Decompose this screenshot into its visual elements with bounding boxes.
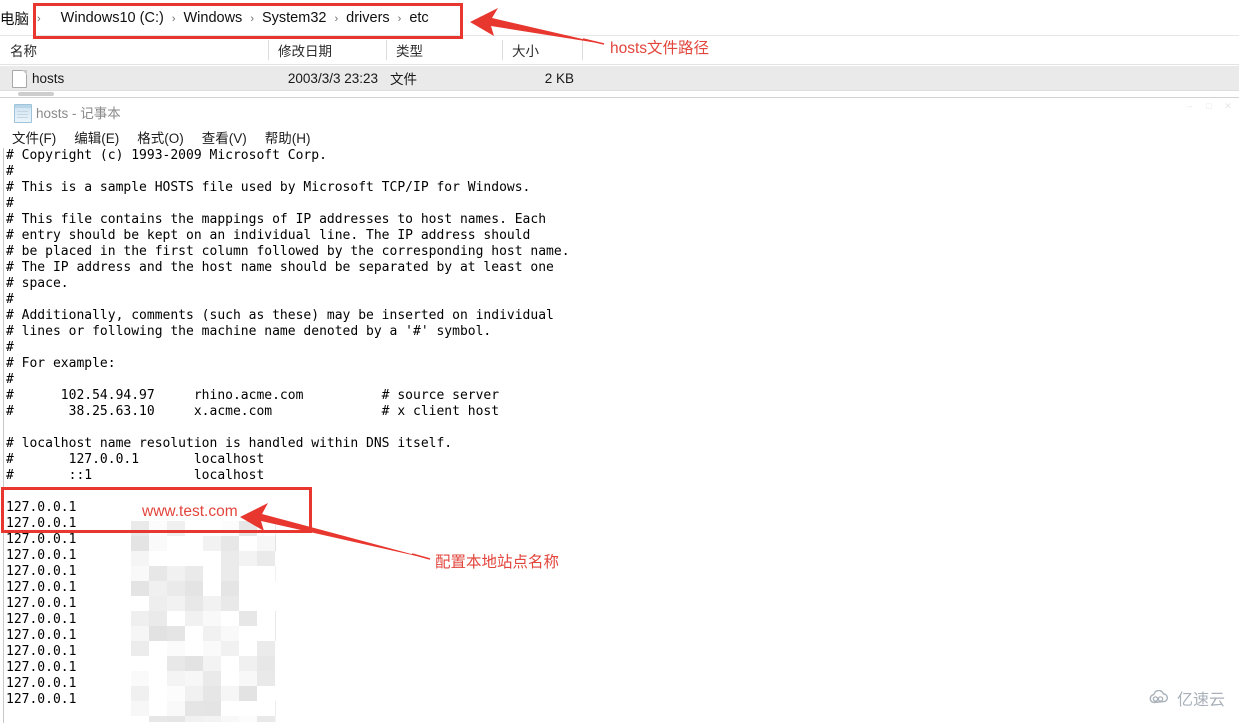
window-controls[interactable]: – □ ✕ <box>1185 101 1233 111</box>
notepad-title-bar[interactable]: hosts - 记事本 – □ ✕ <box>0 98 1239 126</box>
cell-file-name: hosts <box>32 70 65 86</box>
redacted-hostnames-mosaic <box>131 521 276 722</box>
watermark: 亿速云 <box>1147 686 1225 710</box>
menu-item-format[interactable]: 格式(O) <box>137 127 184 147</box>
menu-item-view[interactable]: 查看(V) <box>202 127 247 147</box>
annotation-host-sample: www.test.com <box>142 503 238 520</box>
minimize-icon[interactable]: – <box>1185 101 1195 111</box>
menu-item-help[interactable]: 帮助(H) <box>265 127 311 147</box>
cloud-icon <box>1149 690 1168 704</box>
annotation-site-label: 配置本地站点名称 <box>435 554 560 571</box>
file-icon <box>12 70 27 88</box>
menu-item-edit[interactable]: 编辑(E) <box>74 127 119 147</box>
cell-file-size: 2 KB <box>544 70 574 86</box>
hosts-file-content[interactable]: # Copyright (c) 1993-2009 Microsoft Corp… <box>6 148 570 708</box>
column-header-size[interactable]: 大小 <box>502 36 582 64</box>
horizontal-scrollbar-thumb[interactable] <box>18 92 54 96</box>
watermark-text: 亿速云 <box>1176 692 1225 709</box>
column-header-name[interactable]: 名称 <box>0 36 268 64</box>
file-row-divider <box>0 90 1239 91</box>
breadcrumb-item-computer[interactable]: 电脑 <box>0 8 35 29</box>
table-row[interactable]: hosts 2003/3/3 23:23 文件 2 KB <box>0 66 1239 90</box>
annotation-path-label: hosts文件路径 <box>610 40 710 57</box>
highlight-box-path <box>33 3 463 39</box>
menu-item-file[interactable]: 文件(F) <box>12 127 56 147</box>
cell-file-type: 文件 <box>390 72 417 87</box>
notepad-icon <box>14 104 32 123</box>
notepad-menu-bar[interactable]: 文件(F) 编辑(E) 格式(O) 查看(V) 帮助(H) <box>0 126 1239 148</box>
column-header-type[interactable]: 类型 <box>386 36 502 64</box>
column-header-modified[interactable]: 修改日期 <box>268 36 386 64</box>
maximize-icon[interactable]: □ <box>1204 101 1214 111</box>
notepad-title-text: hosts - 记事本 <box>36 106 121 121</box>
cell-modified-date: 2003/3/3 23:23 <box>287 70 378 86</box>
close-icon[interactable]: ✕ <box>1223 101 1233 111</box>
column-divider[interactable] <box>582 40 583 60</box>
column-header-divider <box>0 64 1239 65</box>
